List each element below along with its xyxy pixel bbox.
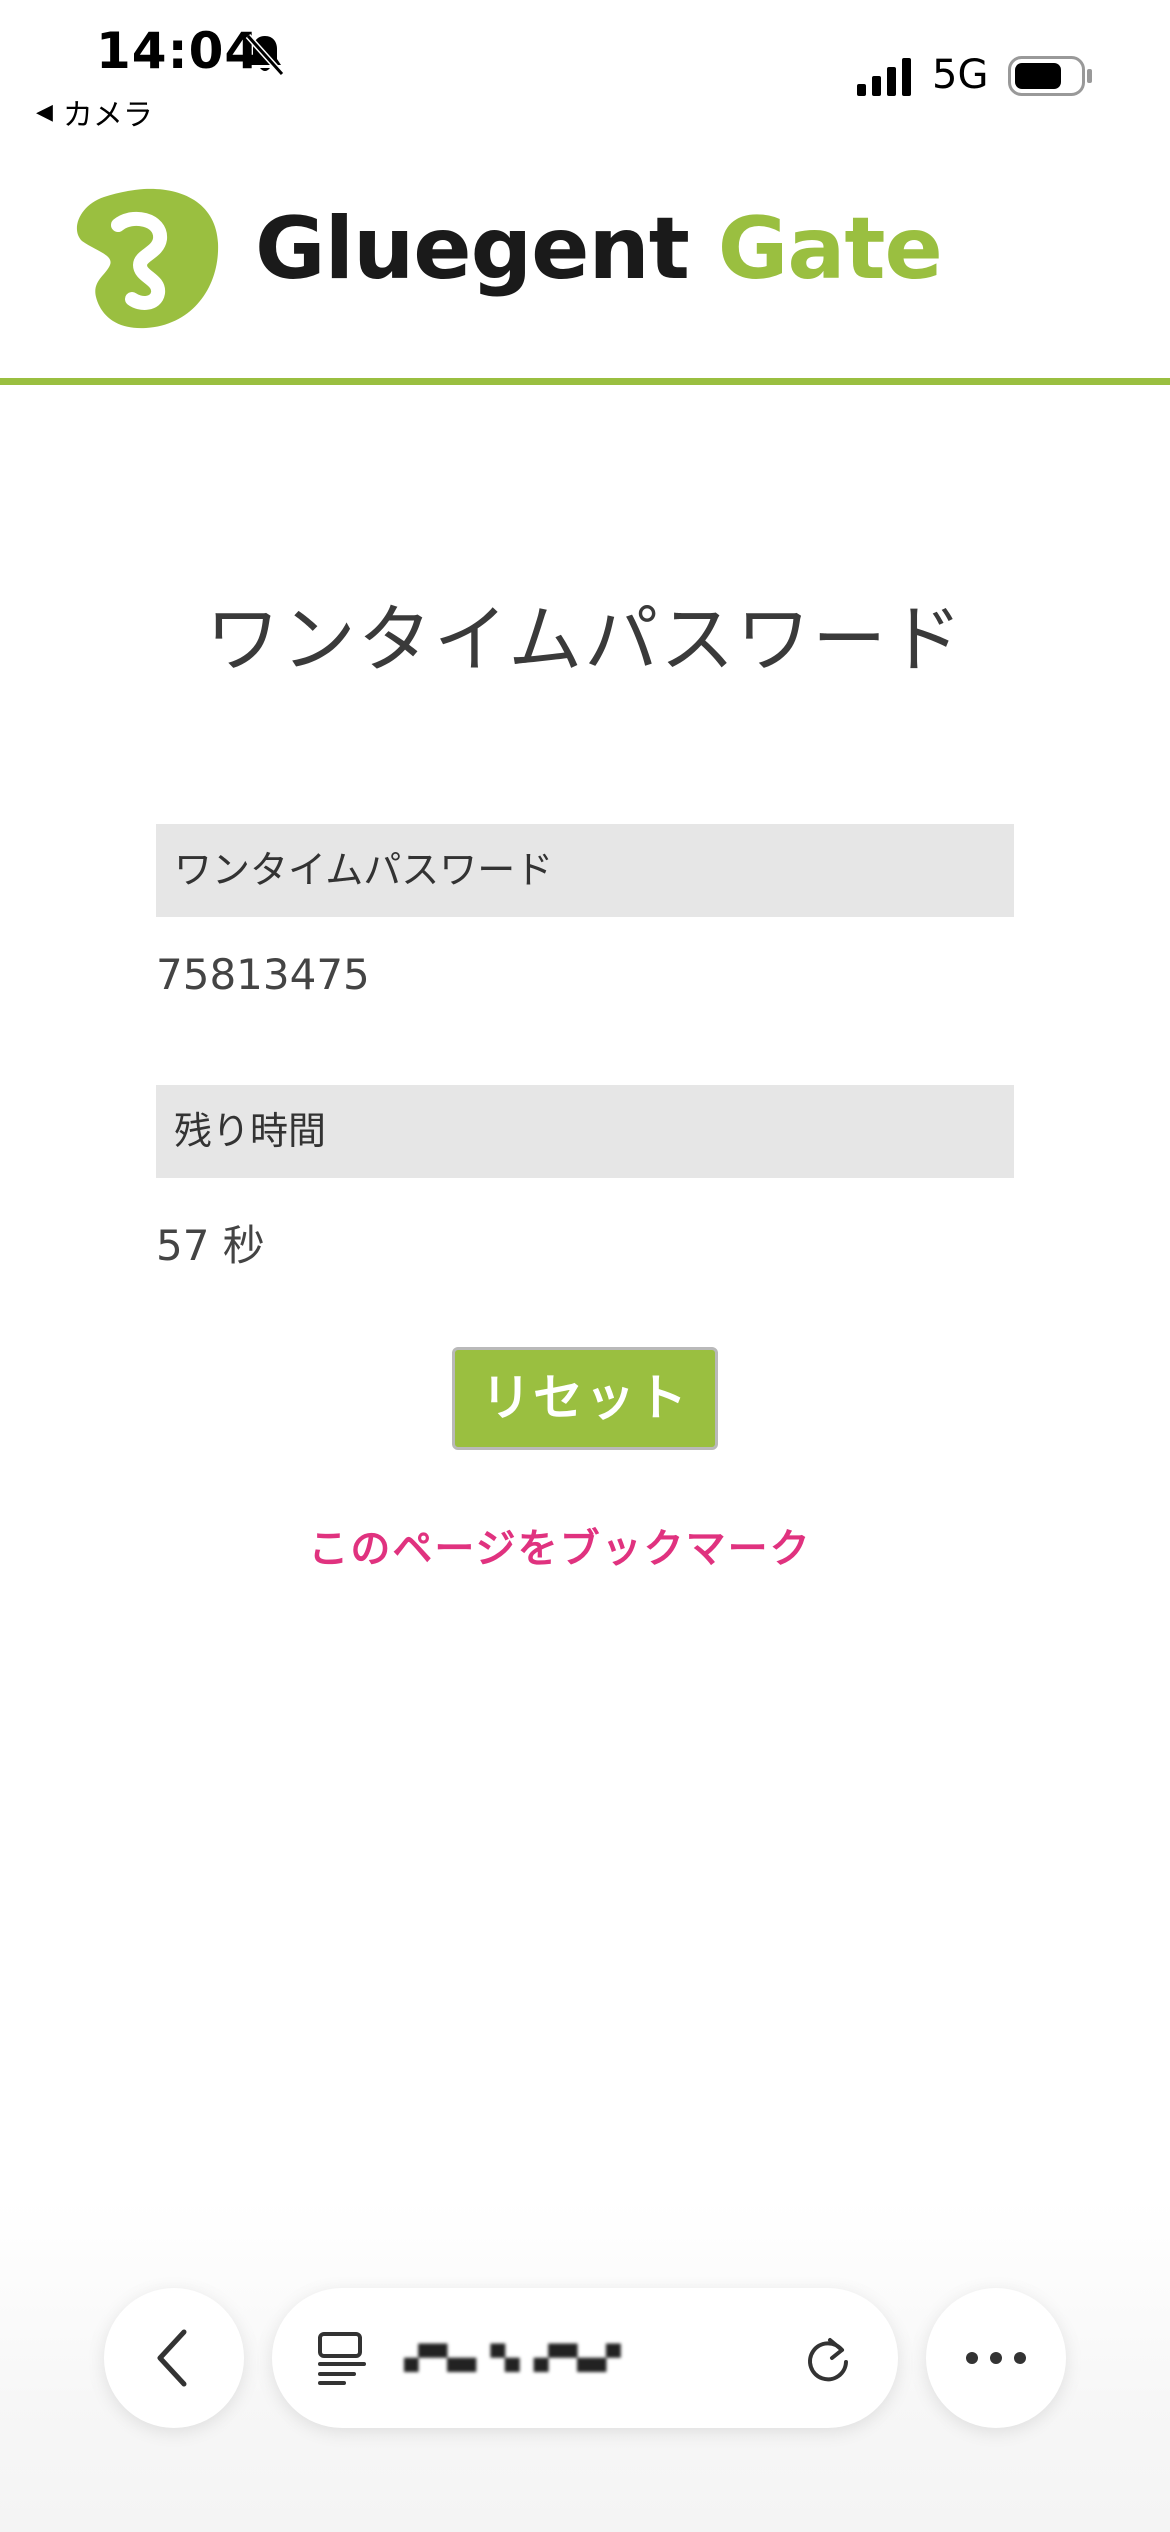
signal-icon <box>857 58 911 96</box>
remaining-time-value: 57 秒 <box>156 1221 265 1270</box>
brand-word-2: Gate <box>717 199 943 299</box>
more-options-button[interactable] <box>926 2288 1066 2428</box>
remaining-time-label: 残り時間 <box>156 1085 1014 1178</box>
reset-button[interactable]: リセット <box>452 1347 718 1450</box>
chevron-left-icon <box>157 2329 187 2387</box>
gluegent-logo-icon <box>76 188 219 329</box>
bookmark-link[interactable]: このページをブックマーク <box>0 1516 1120 1574</box>
address-bar[interactable]: ▄▀▀▄▄ ▀▄ ▄▀▀▄▄▀ <box>272 2288 898 2428</box>
network-type: 5G <box>932 52 989 98</box>
app-header: Gluegent Gate <box>0 135 1170 385</box>
bell-slash-icon <box>245 33 285 77</box>
header-divider <box>0 378 1170 385</box>
otp-label: ワンタイムパスワード <box>156 824 1014 917</box>
back-to-app-link[interactable]: ◀ カメラ <box>36 90 153 134</box>
tabs-icon <box>318 2332 366 2385</box>
brand-name: Gluegent Gate <box>255 199 943 299</box>
otp-value: 75813475 <box>156 950 370 999</box>
back-triangle-icon: ◀ <box>36 99 53 125</box>
browser-back-button[interactable] <box>104 2288 244 2428</box>
status-time: 14:04 <box>96 22 261 80</box>
battery-icon <box>1008 56 1092 96</box>
reload-icon[interactable] <box>802 2332 854 2384</box>
more-icon <box>966 2352 1026 2364</box>
brand-word-1: Gluegent <box>255 199 690 299</box>
back-app-label: カメラ <box>62 98 153 133</box>
status-bar: 14:04 ◀ カメラ 5G <box>0 0 1170 135</box>
url-text[interactable]: ▄▀▀▄▄ ▀▄ ▄▀▀▄▄▀ <box>404 2334 744 2382</box>
page-title: ワンタイムパスワード <box>205 597 965 683</box>
